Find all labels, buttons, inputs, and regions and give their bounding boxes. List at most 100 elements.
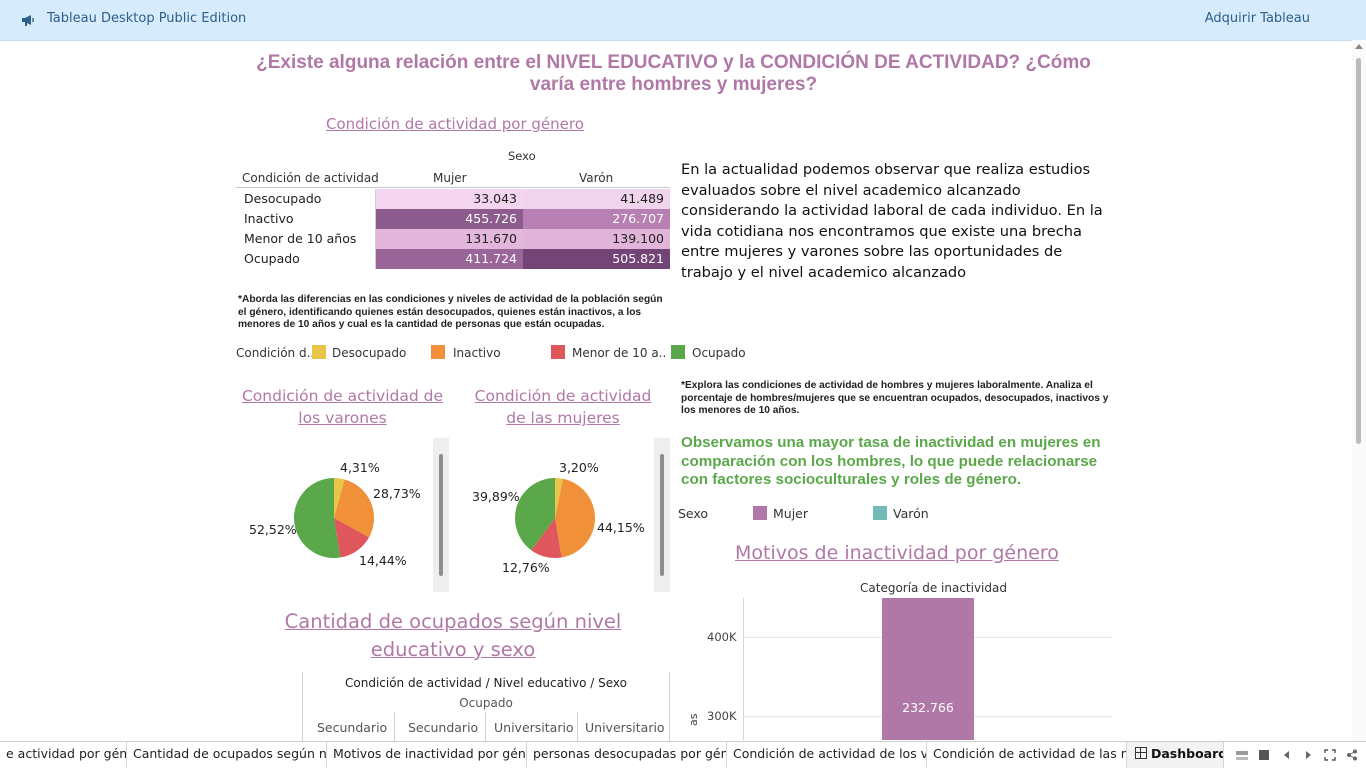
fullscreen-icon[interactable] <box>1324 749 1336 761</box>
pie-men-slice-ocupado[interactable] <box>294 478 341 558</box>
legend-label-mujer[interactable]: Mujer <box>773 506 808 521</box>
legend-swatch-varon <box>873 506 887 520</box>
previous-sheet-icon[interactable] <box>1281 749 1293 761</box>
legend-label-ocupado[interactable]: Ocupado <box>692 346 746 360</box>
cell-varon[interactable]: 505.821 <box>523 249 670 269</box>
cell-varon[interactable]: 276.707 <box>523 209 670 229</box>
pie-men-label-ocupado: 52,52% <box>249 522 297 537</box>
tab-desocupadas-genero[interactable]: personas desocupadas por géne... <box>527 742 727 768</box>
pie-women-scrollbar[interactable] <box>654 438 670 592</box>
pie-women-label-ocupado: 39,89% <box>472 489 520 504</box>
tab-condicion-genero[interactable]: e actividad por género <box>0 742 127 768</box>
pie-men-label-menor: 14,44% <box>359 553 407 568</box>
pie-women-label-menor: 12,76% <box>502 560 550 575</box>
occupied-chart-title[interactable]: Cantidad de ocupados según nivel educati… <box>238 608 668 664</box>
edu-table-subheader: Ocupado <box>459 696 513 710</box>
gender-table-title[interactable]: Condición de actividad por género <box>326 115 584 133</box>
sex-legend-title: Sexo <box>678 506 709 521</box>
pie-men-label-inactivo: 28,73% <box>373 486 421 501</box>
tab-ocupados-nivel[interactable]: Cantidad de ocupados según niv... <box>127 742 327 768</box>
dashboard-title: ¿Existe alguna relación entre el NIVEL E… <box>256 52 1091 95</box>
vertical-scroll-thumb[interactable] <box>1356 58 1361 444</box>
gender-table: Sexo Condición de actividad Mujer Varón … <box>236 146 670 270</box>
show-tabs-icon[interactable] <box>1258 749 1270 761</box>
table-row: Ocupado 411.724 505.821 <box>236 249 670 269</box>
education-table: Condición de actividad / Nivel educativo… <box>302 672 670 742</box>
inactivity-chart-title[interactable]: Motivos de inactividad por género <box>735 542 1059 564</box>
col-header-varon: Varón <box>579 171 614 185</box>
legend-swatch-menor <box>551 345 565 359</box>
dashboard-tab-label: Dashboard <box>1151 746 1224 761</box>
row-label: Menor de 10 años <box>244 231 357 246</box>
edu-table-header: Condición de actividad / Nivel educativo… <box>345 676 627 690</box>
pie-men-title[interactable]: Condición de actividad de los varones <box>240 385 445 429</box>
table-row: Inactivo 455.726 276.707 <box>236 209 670 229</box>
table-row: Desocupado 33.043 41.489 <box>236 189 670 209</box>
legend-swatch-mujer <box>753 506 767 520</box>
y-axis-label: as <box>687 713 700 726</box>
sexo-header: Sexo <box>508 149 536 163</box>
bar-data-label: 232.766 <box>902 700 954 715</box>
legend-swatch-desocupado <box>312 345 326 359</box>
y-tick-label: 400K <box>707 630 737 645</box>
next-sheet-icon[interactable] <box>1302 749 1314 761</box>
category-axis-title: Categoría de inactividad <box>860 581 1007 595</box>
row-header: Condición de actividad <box>242 171 379 185</box>
col-header-mujer: Mujer <box>433 171 467 185</box>
tab-motivos-inactividad[interactable]: Motivos de inactividad por género <box>327 742 527 768</box>
legend-label-inactivo[interactable]: Inactivo <box>453 346 501 360</box>
scroll-thumb[interactable] <box>660 454 664 576</box>
share-icon[interactable] <box>1346 749 1358 761</box>
table-body: Desocupado 33.043 41.489 Inactivo 455.726 276… <box>236 189 670 269</box>
cell-varon[interactable]: 139.100 <box>523 229 670 249</box>
legend-label-desocupado[interactable]: Desocupado <box>332 346 406 360</box>
table-row: Menor de 10 años 131.670 139.100 <box>236 229 670 249</box>
scroll-up-arrow-icon[interactable] <box>1355 44 1363 49</box>
row-label: Ocupado <box>244 251 300 266</box>
bar-mujer[interactable] <box>882 598 974 740</box>
cell-varon[interactable]: 41.489 <box>523 189 670 209</box>
legend-label-varon[interactable]: Varón <box>893 506 929 521</box>
y-axis-line <box>743 598 744 740</box>
row-divider <box>375 189 376 269</box>
cell-mujer[interactable]: 455.726 <box>376 209 523 229</box>
pie-men-scrollbar[interactable] <box>433 438 449 592</box>
legend-swatch-inactivo <box>431 345 445 359</box>
vertical-scrollbar[interactable] <box>1352 40 1366 742</box>
cell-mujer[interactable]: 33.043 <box>376 189 523 209</box>
edu-col-universitario-2: Universitario <box>585 720 665 735</box>
pie-men-chart <box>294 478 374 558</box>
pie-women-slice-inactivo[interactable] <box>555 478 595 558</box>
description-text: En la actualidad podemos observar que re… <box>681 161 1103 281</box>
edu-col-secundario-1: Secundario <box>317 720 388 735</box>
row-label: Desocupado <box>244 191 322 206</box>
header-divider <box>236 187 670 188</box>
cell-mujer[interactable]: 411.724 <box>376 249 523 269</box>
note-explore: *Explora las condiciones de actividad de… <box>681 380 1109 416</box>
y-tick-label: 300K <box>707 709 737 724</box>
scroll-thumb[interactable] <box>439 454 443 576</box>
pie-men-label-desocupado: 4,31% <box>340 460 380 475</box>
tab-condicion-varones[interactable]: Condición de actividad de los va... <box>727 742 927 768</box>
acquire-tableau-link[interactable]: Adquirir Tableau <box>1205 11 1310 26</box>
show-filmstrip-icon[interactable] <box>1236 749 1248 761</box>
note-gender: *Aborda las diferencias en las condicion… <box>238 294 663 330</box>
row-label: Inactivo <box>244 211 294 226</box>
legend-label-menor[interactable]: Menor de 10 a.. <box>572 346 666 360</box>
tab-condicion-mujeres[interactable]: Condición de actividad de las m... <box>927 742 1127 768</box>
dashboard-grid-icon <box>1135 747 1147 759</box>
col-divider <box>394 712 395 742</box>
col-divider <box>485 712 486 742</box>
pie-women-title[interactable]: Condición de actividad de las mujeres <box>463 385 663 429</box>
inactivity-bar-chart: Categoría de inactividad 400K 300K 232.766… <box>687 578 1115 740</box>
tab-dashboard[interactable]: Dashboard <box>1127 742 1224 768</box>
col-divider <box>577 712 578 742</box>
megaphone-icon <box>22 15 34 26</box>
cell-mujer[interactable]: 131.670 <box>376 229 523 249</box>
app-title: Tableau Desktop Public Edition <box>47 11 247 26</box>
inactivity-insight-text: Observamos una mayor tasa de inactividad… <box>681 434 1101 488</box>
pie-women-label-inactivo: 44,15% <box>597 520 645 535</box>
sheet-tab-bar: e actividad por género Cantidad de ocupa… <box>0 741 1366 769</box>
top-bar: Tableau Desktop Public Edition Adquirir … <box>0 0 1366 41</box>
legend-title: Condición d.. <box>236 346 315 360</box>
